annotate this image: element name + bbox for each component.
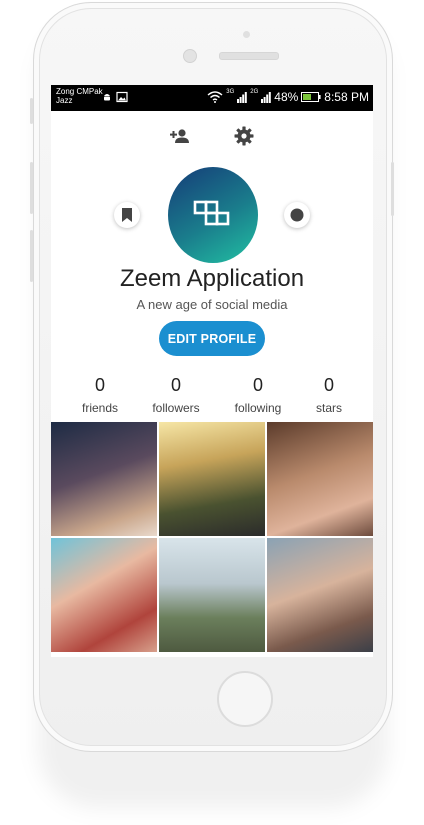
stat-label: friends (81, 401, 119, 415)
signal-icon-1 (237, 91, 248, 103)
stat-followers[interactable]: 0 followers (136, 375, 216, 415)
wifi-icon (207, 91, 223, 103)
stat-following[interactable]: 0 following (218, 375, 298, 415)
mute-switch (30, 98, 33, 124)
proximity-sensor (243, 31, 250, 38)
app-screen: Zong CMPak Jazz 3G 2G 48% 8:58 PM Zeem A… (51, 85, 373, 657)
earpiece-speaker (219, 52, 279, 60)
clock: 8:58 PM (324, 90, 369, 104)
stat-value: 0 (323, 375, 334, 395)
profile-name: Zeem Application (119, 265, 305, 292)
volume-up-button (30, 162, 33, 214)
grid-logo-icon (193, 200, 230, 226)
status-right-group: 3G 2G 48% 8:58 PM (207, 89, 369, 104)
image-notification-icon (116, 91, 128, 103)
battery-percent: 48% (274, 90, 299, 104)
network-type-2: 2G (250, 89, 259, 95)
stat-friends[interactable]: 0 friends (60, 375, 140, 415)
power-button (391, 162, 394, 216)
status-bar: Zong CMPak Jazz 3G 2G 48% 8:58 PM (51, 85, 373, 111)
photo-tile[interactable] (267, 538, 373, 652)
stat-label: following (234, 401, 282, 415)
profile-tagline: A new age of social media (136, 297, 288, 312)
person-add-icon[interactable] (168, 124, 192, 148)
volume-down-button (30, 230, 33, 282)
record-button[interactable] (284, 202, 310, 228)
bookmark-icon (122, 208, 132, 222)
network-type-1: 3G (226, 89, 235, 95)
stat-value: 0 (94, 375, 105, 395)
stat-label: followers (152, 401, 200, 415)
edit-profile-button[interactable]: EDIT PROFILE (159, 321, 265, 356)
bookmark-button[interactable] (114, 202, 140, 228)
photo-tile[interactable] (267, 422, 373, 536)
dot-icon (290, 208, 304, 222)
stat-stars[interactable]: 0 stars (289, 375, 369, 415)
home-button[interactable] (217, 671, 273, 727)
photo-tile[interactable] (159, 422, 265, 536)
stat-label: stars (315, 401, 342, 415)
carrier-primary: Zong CMPak (56, 87, 103, 96)
android-debug-icon (104, 94, 110, 101)
avatar[interactable] (168, 167, 258, 263)
carrier-secondary: Jazz (56, 96, 73, 105)
front-camera (183, 49, 197, 63)
stat-value: 0 (170, 375, 181, 395)
signal-icon-2 (261, 91, 272, 103)
carrier-info: Zong CMPak Jazz (56, 87, 103, 105)
photo-tile[interactable] (51, 422, 157, 536)
gear-icon[interactable] (232, 124, 256, 148)
stat-value: 0 (252, 375, 263, 395)
battery-icon (301, 92, 321, 102)
photo-tile[interactable] (159, 538, 265, 652)
profile-stats: 0 friends 0 followers 0 following 0 star… (51, 375, 373, 415)
photo-grid (51, 422, 373, 657)
photo-tile[interactable] (51, 538, 157, 652)
